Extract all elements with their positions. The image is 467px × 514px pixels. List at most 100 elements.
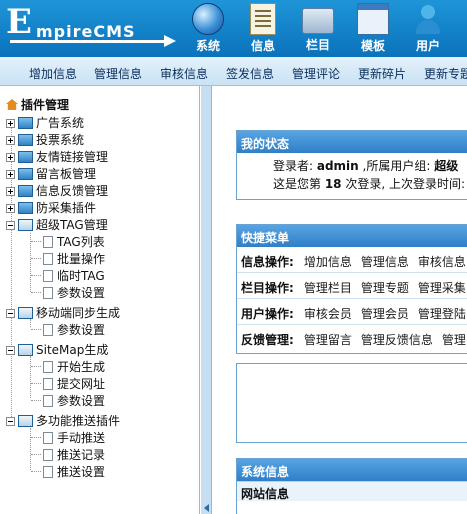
- quick-link[interactable]: 管理反馈信息: [361, 333, 433, 347]
- subnav-manage-comments[interactable]: 管理评论: [292, 65, 340, 82]
- topnav-info[interactable]: 信息: [241, 0, 285, 57]
- tree-connector: [31, 366, 41, 367]
- tree-node-friend-links[interactable]: 友情链接管理: [6, 148, 108, 165]
- tree-leaf-tag-settings[interactable]: 参数设置: [43, 284, 105, 301]
- topnav-label: 系统: [195, 39, 220, 53]
- tree-node-mobile-sync[interactable]: 移动端同步生成: [6, 304, 120, 321]
- tree-node-label: 友情链接管理: [36, 150, 109, 164]
- quick-link[interactable]: 管理采集: [418, 281, 466, 295]
- tree-node-super-tag[interactable]: 超级TAG管理: [6, 216, 108, 233]
- folder-icon: [18, 168, 33, 180]
- open-folder-icon: [18, 219, 33, 231]
- tree-node-label: 移动端同步生成: [36, 306, 121, 320]
- tree-node-ad-system[interactable]: 广告系统: [6, 114, 84, 131]
- page-icon: [43, 324, 53, 336]
- topnav-template[interactable]: 模板: [351, 0, 395, 57]
- tree-node-sitemap[interactable]: SiteMap生成: [6, 341, 108, 358]
- tree-leaf-mobile-settings[interactable]: 参数设置: [43, 321, 105, 338]
- expand-icon[interactable]: [6, 153, 15, 162]
- quick-link[interactable]: 审核会员: [304, 307, 352, 321]
- tree-leaf-batch[interactable]: 批量操作: [43, 250, 105, 267]
- quick-link[interactable]: 管理会员: [361, 307, 409, 321]
- quick-row-info: 信息操作: 增加信息 管理信息 审核信息: [237, 247, 467, 273]
- subnav-sign-info[interactable]: 签发信息: [226, 65, 274, 82]
- subnav-update-fragments[interactable]: 更新碎片: [358, 65, 406, 82]
- quick-row-feedback: 反馈管理: 管理留言 管理反馈信息 管理: [237, 325, 467, 351]
- quick-link[interactable]: 管理留言: [304, 333, 352, 347]
- collapse-sidebar-icon[interactable]: [204, 504, 209, 512]
- tree-leaf-label: 开始生成: [57, 360, 106, 374]
- tree-node-anti-collect[interactable]: 防采集插件: [6, 199, 96, 216]
- tree-leaf-tag-list[interactable]: TAG列表: [43, 233, 105, 250]
- tree-node-guestbook[interactable]: 留言板管理: [6, 165, 96, 182]
- quick-link[interactable]: 管理栏目: [304, 281, 352, 295]
- quick-link[interactable]: 管理登陆: [418, 307, 466, 321]
- subnav-manage-info[interactable]: 管理信息: [94, 65, 142, 82]
- top-nav: 系统 信息 栏目 模板 用户: [186, 0, 461, 57]
- tree-leaf-push-settings[interactable]: 推送设置: [43, 463, 105, 480]
- quick-link[interactable]: 增加信息: [304, 255, 352, 269]
- topnav-system[interactable]: 系统: [186, 0, 230, 57]
- tree-node-vote-system[interactable]: 投票系统: [6, 131, 84, 148]
- topnav-user[interactable]: 用户: [406, 0, 450, 57]
- globe-icon: [192, 3, 224, 35]
- tree-node-label: 超级TAG管理: [36, 218, 108, 232]
- expand-icon[interactable]: [6, 187, 15, 196]
- subnav-review-info[interactable]: 审核信息: [160, 65, 208, 82]
- quick-link[interactable]: 管理专题: [361, 281, 409, 295]
- tree-leaf-sitemap-settings[interactable]: 参数设置: [43, 392, 105, 409]
- tree-leaf-manual-push[interactable]: 手动推送: [43, 429, 105, 446]
- collapse-icon[interactable]: [6, 346, 15, 355]
- page-icon: [43, 361, 53, 373]
- quick-menu-panel: 快捷菜单 信息操作: 增加信息 管理信息 审核信息 栏目操作: 管理栏目 管理专题 管理采集…: [236, 224, 467, 354]
- subnav-update-topics[interactable]: 更新专题: [424, 65, 467, 82]
- page-icon: [43, 287, 53, 299]
- quick-row-column: 栏目操作: 管理栏目 管理专题 管理采集: [237, 273, 467, 299]
- open-folder-icon: [18, 344, 33, 356]
- tree-leaf-label: 临时TAG: [57, 269, 105, 283]
- system-info-title: 系统信息: [237, 459, 467, 481]
- quick-row-user: 用户操作: 审核会员 管理会员 管理登陆: [237, 299, 467, 325]
- tree-node-label: 投票系统: [36, 133, 85, 147]
- page-icon: [43, 432, 53, 444]
- page-icon: [43, 395, 53, 407]
- tree-leaf-temp-tag[interactable]: 临时TAG: [43, 267, 105, 284]
- tree-leaf-label: 手动推送: [57, 431, 106, 445]
- tree-node-push-plugin[interactable]: 多功能推送插件: [6, 412, 120, 429]
- logo-underline: [10, 40, 168, 43]
- collapse-icon[interactable]: [6, 417, 15, 426]
- quick-link[interactable]: 管理: [442, 333, 466, 347]
- tree-leaf-label: 参数设置: [57, 286, 106, 300]
- expand-icon[interactable]: [6, 119, 15, 128]
- page-icon: [43, 466, 53, 478]
- tree-connector: [31, 400, 41, 401]
- collapse-icon[interactable]: [6, 309, 15, 318]
- text: 次登录, 上次登录时间:: [341, 177, 466, 191]
- expand-icon[interactable]: [6, 136, 15, 145]
- quick-link[interactable]: 审核信息: [418, 255, 466, 269]
- tree-node-feedback[interactable]: 信息反馈管理: [6, 182, 108, 199]
- tree-title-text: 插件管理: [21, 98, 70, 112]
- sidebar-splitter[interactable]: [201, 86, 212, 514]
- expand-icon[interactable]: [6, 204, 15, 213]
- subnav-add-info[interactable]: 增加信息: [29, 65, 77, 82]
- topnav-label: 模板: [360, 39, 385, 53]
- expand-icon[interactable]: [6, 170, 15, 179]
- quick-link[interactable]: 管理信息: [361, 255, 409, 269]
- tree-leaf-start-generate[interactable]: 开始生成: [43, 358, 105, 375]
- tree-connector: [31, 454, 41, 455]
- tree-leaf-push-records[interactable]: 推送记录: [43, 446, 105, 463]
- main-content: 我的状态 登录者: admin ,所属用户组: 超级 这是您第 18 次登录, …: [213, 86, 467, 514]
- tree-leaf-submit-url[interactable]: 提交网址: [43, 375, 105, 392]
- tree-connector: [30, 428, 31, 470]
- collapse-icon[interactable]: [6, 221, 15, 230]
- quick-row-label: 用户操作:: [241, 307, 294, 321]
- window-icon: [357, 3, 389, 35]
- top-header: E mpireCMS 系统 信息 栏目 模板 用户: [0, 0, 467, 57]
- topnav-column[interactable]: 栏目: [296, 0, 340, 57]
- quick-row-label: 信息操作:: [241, 255, 294, 269]
- status-panel: 我的状态 登录者: admin ,所属用户组: 超级 这是您第 18 次登录, …: [236, 130, 467, 200]
- tree-leaf-label: TAG列表: [57, 235, 105, 249]
- logo-text: mpireCMS: [36, 22, 136, 41]
- text: ,所属用户组:: [358, 159, 435, 173]
